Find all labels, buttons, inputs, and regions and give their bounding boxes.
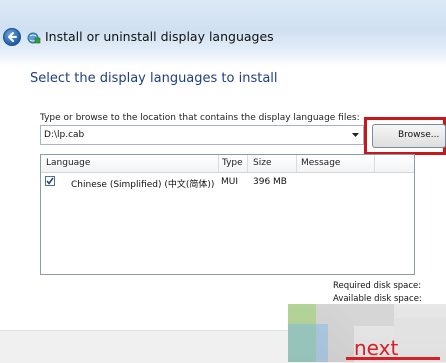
dropdown-arrow-icon[interactable] [352, 133, 359, 138]
language-size-cell: 396 MB [253, 177, 287, 187]
window-title: Install or uninstall display languages [45, 29, 274, 44]
column-divider[interactable] [296, 155, 297, 172]
location-label: Type or browse to the location that cont… [40, 113, 360, 123]
page-heading: Select the display languages to install [30, 71, 278, 86]
column-header-message[interactable]: Message [301, 158, 340, 168]
table-row[interactable]: Chinese (Simplified) (中文(简体)) MUI 396 MB [41, 173, 414, 191]
next-underline [346, 357, 440, 360]
back-arrow-icon[interactable] [3, 28, 21, 46]
next-button[interactable]: next [346, 338, 440, 360]
column-header-size[interactable]: Size [253, 158, 271, 168]
location-value: D:\lp.cab [44, 130, 85, 140]
language-name-cell: Chinese (Simplified) (中文(简体)) [71, 180, 215, 190]
location-combobox[interactable]: D:\lp.cab [40, 125, 364, 145]
column-divider[interactable] [247, 155, 248, 172]
title-bar: Install or uninstall display languages [0, 0, 446, 66]
column-divider[interactable] [374, 155, 375, 172]
language-checkbox[interactable] [45, 176, 55, 186]
column-divider[interactable] [218, 155, 219, 172]
column-header-language[interactable]: Language [46, 158, 90, 168]
available-disk-space-label: Available disk space: [333, 294, 422, 304]
table-header: Language Type Size Message [41, 155, 414, 173]
language-table: Language Type Size Message Chinese (Simp… [40, 154, 415, 275]
browse-button[interactable]: Browse... [372, 124, 446, 148]
required-disk-space-label: Required disk space: [333, 281, 422, 291]
language-globe-icon [27, 32, 41, 44]
column-header-type[interactable]: Type [222, 158, 243, 168]
language-type-cell: MUI [221, 177, 239, 187]
